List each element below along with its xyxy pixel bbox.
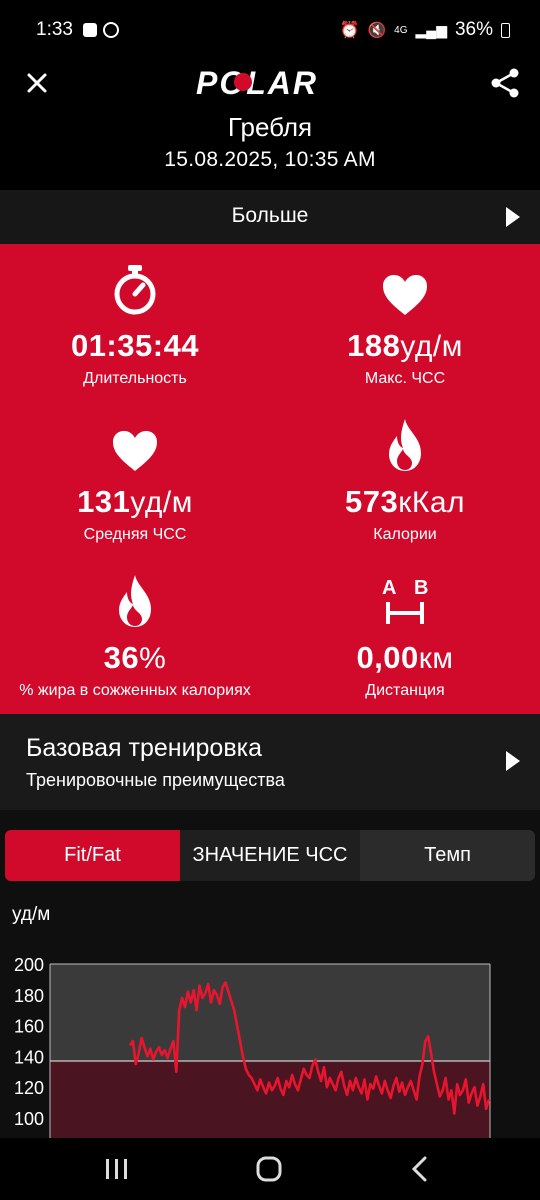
home-icon[interactable] [256,1156,282,1182]
training-benefit-row[interactable]: Базовая тренировка Тренировочные преимущ… [0,714,540,810]
brand-logo-text: POLAR [196,65,318,101]
chart-tabs: Fit/Fat ЗНАЧЕНИЕ ЧСС Темп [5,830,535,881]
y-tick-label: 200 [14,955,44,975]
calories-value: 573 [344,484,399,519]
heart-icon [113,431,157,471]
distance-icon: A B [382,577,428,624]
battery-label: 36% [454,19,493,40]
duration-value: 01:35:44 [70,328,200,363]
more-label: Больше [231,204,309,227]
fat-burn-label: % жира в сожженных калориях [19,682,251,699]
network-label: 4G [394,24,408,36]
tab-fit-fat[interactable]: Fit/Fat [5,830,180,881]
battery-icon [501,22,510,38]
y-tick-label: 160 [14,1017,44,1037]
play-icon [506,751,520,771]
training-benefit-title: Базовая тренировка [26,734,263,762]
svg-text:B: B [414,577,428,599]
avg-hr-label: Средняя ЧСС [83,526,187,543]
status-time: 1:33 [36,19,73,40]
stat-avg-hr: 131уд/м Средняя ЧСС [0,416,270,544]
play-icon [506,207,520,227]
distance-value: 0,00 [356,640,419,675]
max-hr-value: 188 [347,328,401,363]
more-row[interactable]: Больше [0,190,540,244]
hr-chart: 200 180 160 140 120 100 [14,955,491,1140]
distance-label: Дистанция [365,682,445,699]
flame-icon [389,419,421,471]
calories-label: Калории [373,526,437,543]
stats-panel: 01:35:44 Длительность 188уд/м Макс. ЧСС … [0,244,540,714]
alarm-icon: ⏰ [339,22,360,39]
chart-lower-zone [50,1061,490,1140]
stat-distance: A B 0,00км Дистанция [270,572,540,700]
tab-pace[interactable]: Темп [360,830,535,881]
session-datetime: 15.08.2025, 10:35 AM [164,148,376,171]
back-icon[interactable] [410,1156,430,1182]
notification-icon [82,23,97,37]
y-tick-label: 180 [14,986,44,1006]
mute-icon: 🔇 [367,22,387,39]
polar-logo: POLAR [196,65,318,101]
signal-icon: ▂▄▆ [415,21,447,38]
training-benefit-subtitle: Тренировочные преимущества [26,770,285,790]
header: POLAR Гребля 15.08.2025, 10:35 AM [0,60,540,190]
duration-label: Длительность [83,370,187,387]
stat-duration: 01:35:44 Длительность [0,260,270,388]
avg-hr-value: 131 [77,484,131,519]
sync-icon [102,22,119,38]
chart-y-unit: уд/м [12,904,51,925]
status-bar: 1:33 ⏰ 🔇 4G ▂▄▆ 36% [0,0,540,60]
heart-icon [383,275,427,315]
flame-icon [119,575,151,627]
max-hr-label: Макс. ЧСС [364,370,446,387]
close-icon[interactable] [22,68,52,98]
system-nav-bar [0,1138,540,1200]
tab-hr-value[interactable]: ЗНАЧЕНИЕ ЧСС [179,830,361,881]
y-tick-label: 140 [14,1047,44,1067]
stat-fat-burn: 36% % жира в сожженных калориях [0,572,270,700]
sport-title: Гребля [227,112,313,142]
fat-burn-value: 36 [103,640,140,675]
svg-text:A: A [382,577,396,599]
share-icon[interactable] [488,66,522,100]
stat-max-hr: 188уд/м Макс. ЧСС [270,260,540,388]
y-tick-label: 120 [14,1078,44,1098]
stat-calories: 573кКал Калории [270,416,540,544]
stopwatch-icon [114,265,156,315]
y-tick-label: 100 [14,1109,44,1129]
recent-apps-icon[interactable] [104,1158,130,1180]
